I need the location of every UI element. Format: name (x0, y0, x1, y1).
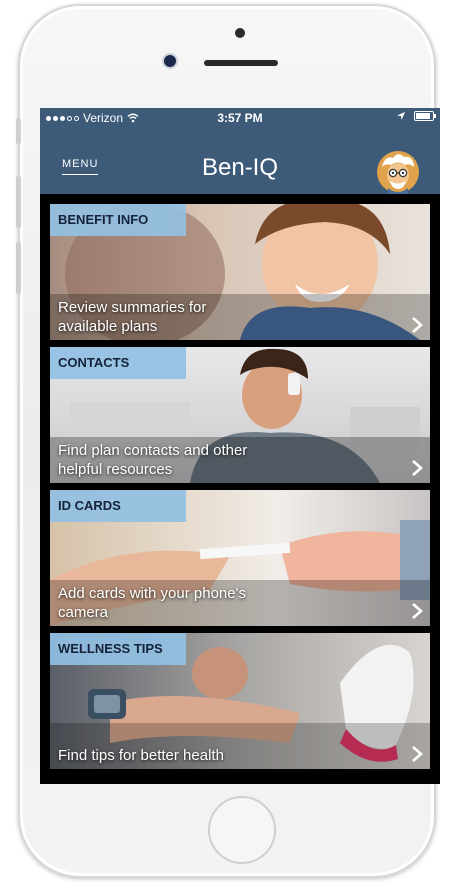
tile-tag: BENEFIT INFO (50, 204, 186, 236)
tile-description: Add cards with your phone's camera (58, 585, 246, 621)
nav-bar: MENU Ben-IQ (40, 128, 440, 194)
tile-tag: WELLNESS TIPS (50, 633, 186, 665)
phone-mute-switch (16, 118, 21, 144)
phone-volume-up (16, 176, 21, 228)
tile-description: Find plan contacts and other helpful res… (58, 442, 248, 478)
status-time: 3:57 PM (217, 111, 263, 125)
tile-tag: CONTACTS (50, 347, 186, 379)
phone-volume-down (16, 242, 21, 294)
chevron-right-icon (412, 460, 423, 476)
tile-description: Find tips for better health (58, 747, 224, 764)
tile-tag: ID CARDS (50, 490, 186, 522)
home-button[interactable] (208, 796, 276, 864)
menu-button[interactable]: MENU (62, 158, 98, 175)
chevron-right-icon (412, 317, 423, 333)
chevron-right-icon (412, 603, 423, 619)
phone-camera (164, 55, 176, 67)
tile-contacts[interactable]: CONTACTS Find plan contacts and other he… (50, 347, 430, 483)
battery-icon (414, 111, 436, 121)
app-screen: Verizon 3:57 PM MENU Ben-IQ BENEFIT INFO… (40, 108, 440, 784)
feature-tiles: BENEFIT INFO Review summaries for availa… (50, 204, 430, 776)
chevron-right-icon (412, 746, 423, 762)
status-bar: Verizon 3:57 PM (40, 108, 440, 128)
tile-wellness-tips[interactable]: WELLNESS TIPS Find tips for better healt… (50, 633, 430, 769)
professor-avatar-icon[interactable] (376, 150, 420, 194)
location-arrow-icon (397, 112, 405, 120)
tile-benefit-info[interactable]: BENEFIT INFO Review summaries for availa… (50, 204, 430, 340)
tile-id-cards[interactable]: ID CARDS Add cards with your phone's cam… (50, 490, 430, 626)
phone-speaker (204, 60, 278, 66)
phone-sensor (235, 28, 245, 38)
tile-description: Review summaries for available plans (58, 299, 207, 335)
